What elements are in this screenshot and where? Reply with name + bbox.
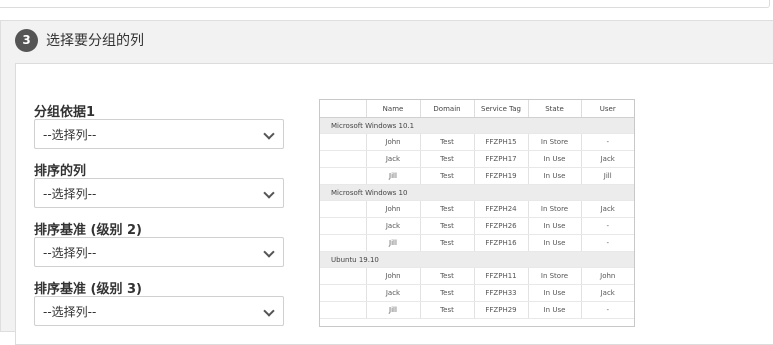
table-cell: Jack [581,200,634,218]
table-cell: In Use [528,217,582,235]
table-cell: Test [420,133,475,151]
group-name: Microsoft Windows 10.1 [320,117,634,134]
table-cell: Test [420,267,475,285]
group-by-1-select[interactable]: --选择列-- [34,119,284,149]
sort-column-label: 排序的列 [34,164,87,179]
sort-level-2-label: 排序基准 (级别 2) [34,223,142,238]
table-cell: Jill [366,301,421,319]
table-row: Jack Test FFZPH26 In Use - [320,217,634,235]
table-cell: FFZPH33 [474,284,529,302]
table-cell: In Use [528,284,582,302]
previous-section-panel [0,0,770,8]
table-cell: John [366,133,421,151]
table-cell: - [581,234,634,252]
table-header-row: Name Domain Service Tag State User [320,100,634,118]
table-cell: In Use [528,301,582,319]
table-cell: Test [420,150,475,168]
column-header: Service Tag [474,100,529,118]
table-cell: In Use [528,150,582,168]
table-row: Jack Test FFZPH17 In Use Jack [320,150,634,168]
table-cell: - [581,301,634,319]
table-cell: Jack [581,284,634,302]
table-cell: Jill [366,167,421,185]
table-cell: In Use [528,167,582,185]
table-row: Jill Test FFZPH29 In Use - [320,301,634,319]
table-cell: FFZPH29 [474,301,529,319]
table-cell: Jack [366,284,421,302]
column-header: State [528,100,582,118]
sort-level-2-select[interactable]: --选择列-- [34,237,284,267]
table-cell: John [581,267,634,285]
table-cell: FFZPH26 [474,217,529,235]
table-row: John Test FFZPH24 In Store Jack [320,200,634,218]
group-name: Ubuntu 19.10 [320,251,634,268]
table-cell: John [366,267,421,285]
section-title: 选择要分组的列 [46,33,144,49]
table-cell: Jack [581,150,634,168]
table-cell: Jack [366,150,421,168]
table-cell: - [581,217,634,235]
grouping-preview-table: Name Domain Service Tag State User Micro… [319,99,635,327]
chevron-down-icon [263,187,275,199]
chevron-down-icon [263,305,275,317]
group-header-row: Ubuntu 19.10 [320,251,634,268]
table-cell: - [581,133,634,151]
table-cell: In Use [528,234,582,252]
table-cell: Test [420,200,475,218]
table-cell: John [366,200,421,218]
group-header-row: Microsoft Windows 10.1 [320,117,634,134]
table-cell: Jack [366,217,421,235]
table-cell: Test [420,167,475,185]
group-name: Microsoft Windows 10 [320,184,634,201]
table-cell: FFZPH17 [474,150,529,168]
sort-level-3-value: --选择列-- [43,305,97,319]
table-row: John Test FFZPH11 In Store John [320,267,634,285]
group-by-1-label: 分组依据1 [34,105,96,120]
table-cell: In Store [528,200,582,218]
sort-level-2-value: --选择列-- [43,246,97,260]
table-row: Jill Test FFZPH19 In Use Jill [320,167,634,185]
table-cell: FFZPH15 [474,133,529,151]
column-header: Name [366,100,421,118]
table-cell: Jill [366,234,421,252]
table-row: John Test FFZPH15 In Store - [320,133,634,151]
table-cell: Jill [581,167,634,185]
table-cell: FFZPH19 [474,167,529,185]
column-header: Domain [420,100,475,118]
table-row: Jack Test FFZPH33 In Use Jack [320,284,634,302]
table-cell: In Store [528,133,582,151]
table-cell: Test [420,284,475,302]
table-cell: Test [420,234,475,252]
step-number-badge: 3 [15,29,38,52]
table-cell: FFZPH24 [474,200,529,218]
sort-column-value: --选择列-- [43,187,97,201]
blank-header-cell [320,100,367,118]
sort-column-select[interactable]: --选择列-- [34,178,284,208]
table-cell: FFZPH16 [474,234,529,252]
table-cell: In Store [528,267,582,285]
table-cell: FFZPH11 [474,267,529,285]
column-header: User [581,100,634,118]
sort-level-3-label: 排序基准 (级别 3) [34,282,142,297]
chevron-down-icon [263,128,275,140]
group-by-1-value: --选择列-- [43,128,97,142]
chevron-down-icon [263,246,275,258]
group-header-row: Microsoft Windows 10 [320,184,634,201]
grouping-options-card: 分组依据1 --选择列-- 排序的列 --选择列-- 排序基准 (级别 2) -… [15,63,773,345]
group-columns-section: 3 选择要分组的列 分组依据1 --选择列-- 排序的列 --选择列-- 排序基… [0,20,773,345]
table-cell: Test [420,301,475,319]
table-row: Jill Test FFZPH16 In Use - [320,234,634,252]
table-cell: Test [420,217,475,235]
